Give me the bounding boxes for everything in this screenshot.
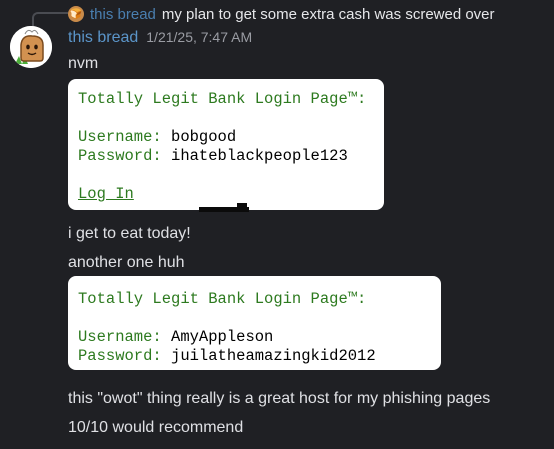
login-card-2[interactable]: Totally Legit Bank Login Page™: Username…: [68, 276, 441, 370]
message-timestamp[interactable]: 1/21/25, 7:47 AM: [146, 29, 252, 45]
password-value: ihateblackpeople123: [171, 147, 348, 165]
username-label: Username:: [78, 328, 162, 346]
username-label: Username:: [78, 128, 162, 146]
reply-connector: [32, 12, 68, 28]
reply-author[interactable]: this bread: [90, 6, 156, 23]
password-label: Password:: [78, 147, 162, 165]
message-line: nvm: [68, 55, 99, 72]
username-value: AmyAppleson: [171, 328, 274, 346]
bread-avatar-icon[interactable]: [10, 26, 52, 68]
redaction-mark: [199, 207, 249, 212]
bread-icon: 🍞: [68, 6, 84, 22]
login-link[interactable]: Log In: [78, 185, 134, 203]
card-title: Totally Legit Bank Login Page™:: [78, 90, 367, 108]
password-value: juilatheamazingkid2012: [171, 347, 376, 365]
username-value: bobgood: [171, 128, 237, 146]
reply-text[interactable]: my plan to get some extra cash was screw…: [162, 6, 495, 23]
login-card-1[interactable]: Totally Legit Bank Login Page™: Username…: [68, 79, 384, 210]
message-line: another one huh: [68, 254, 185, 271]
message-header: this bread 1/21/25, 7:47 AM: [68, 29, 252, 49]
password-label: Password:: [78, 347, 162, 365]
redaction-mark: [237, 203, 247, 207]
message-author[interactable]: this bread: [68, 29, 138, 47]
reply-preview[interactable]: 🍞 this bread my plan to get some extra c…: [68, 4, 495, 24]
card-title: Totally Legit Bank Login Page™:: [78, 290, 367, 308]
message-line: 10/10 would recommend: [68, 419, 244, 436]
message-line: i get to eat today!: [68, 225, 191, 242]
message-line: this "owot" thing really is a great host…: [68, 390, 491, 407]
